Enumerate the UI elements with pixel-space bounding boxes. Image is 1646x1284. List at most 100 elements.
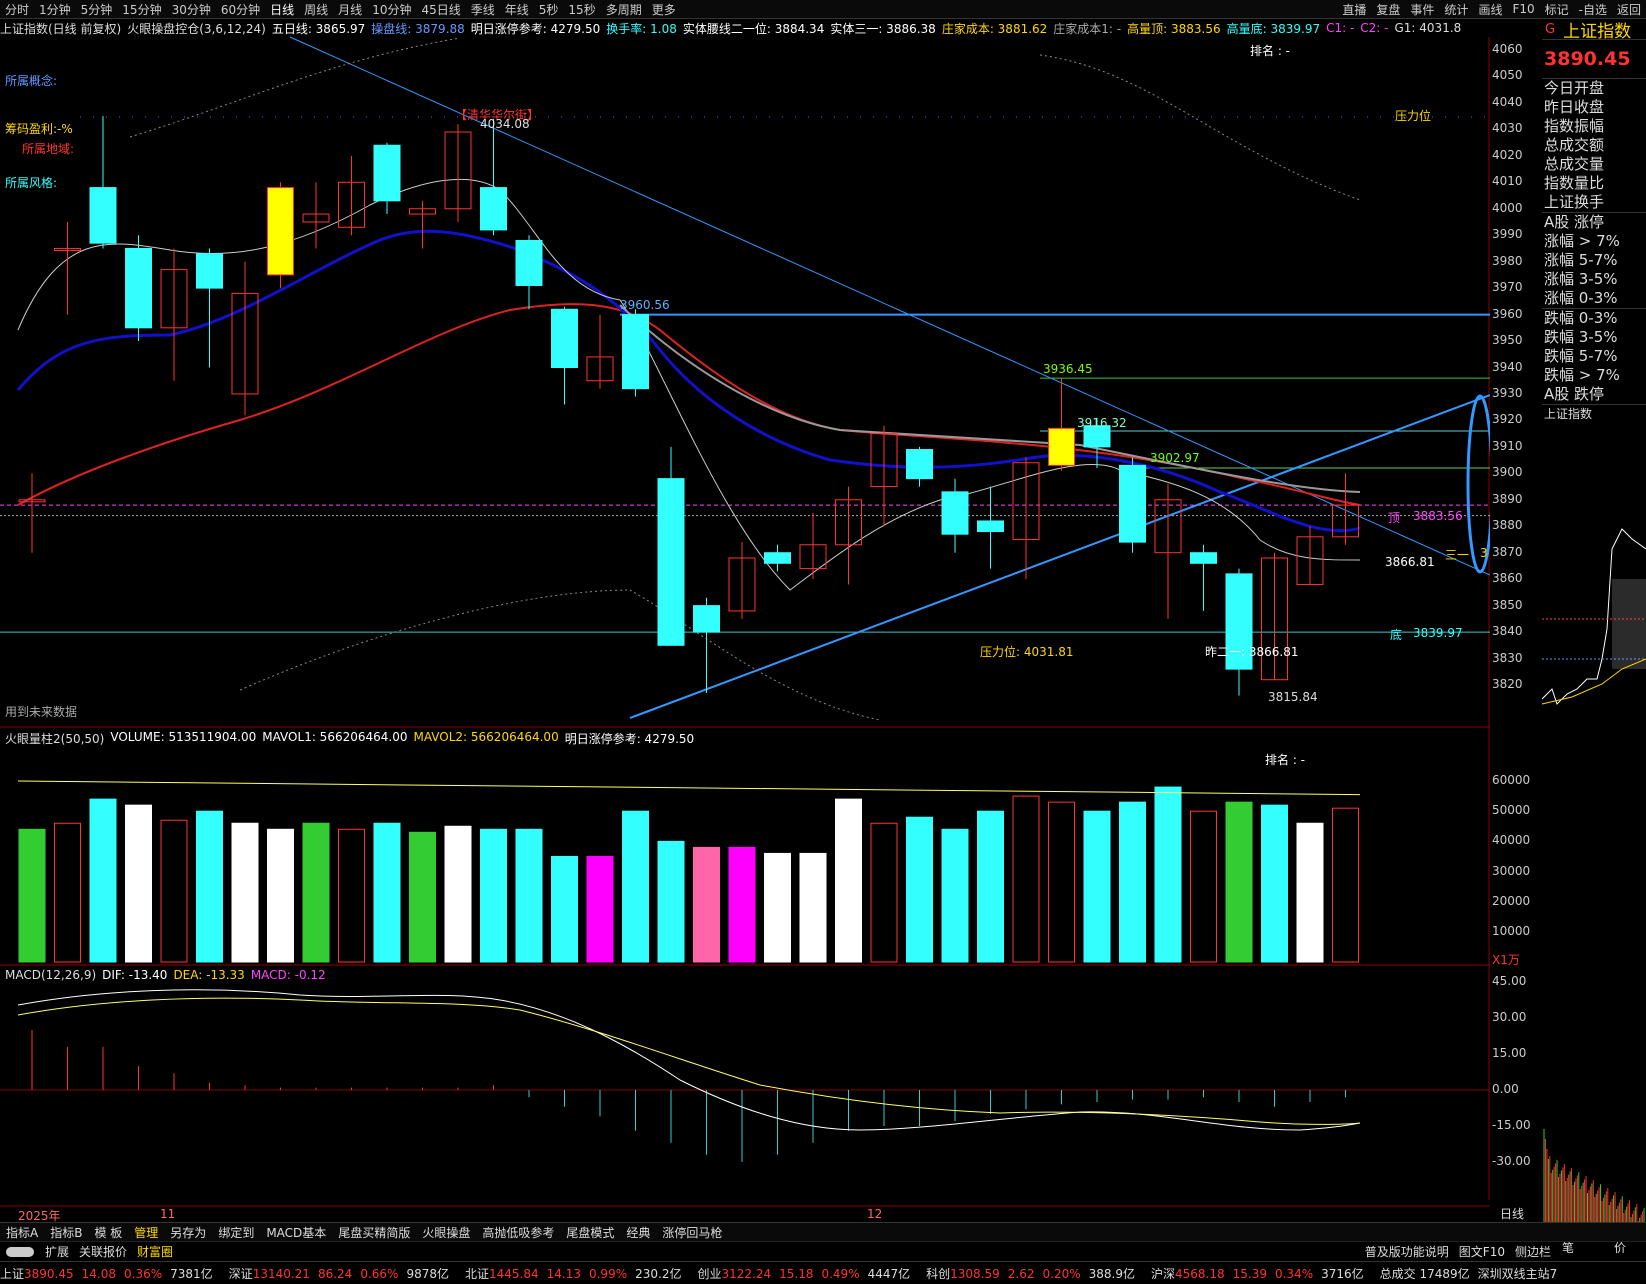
- market-index-status[interactable]: 深证13140.21 86.24 0.66% 9878亿: [229, 1265, 457, 1282]
- market-index-status[interactable]: 创业3122.24 15.18 0.49% 4447亿: [697, 1265, 918, 1282]
- toolbar-button[interactable]: 返回: [1612, 1, 1646, 18]
- price-tick: 3930: [1492, 385, 1523, 400]
- price-tick: 4060: [1492, 42, 1523, 56]
- period-label[interactable]: 日线: [1500, 1205, 1524, 1222]
- indicator-tab[interactable]: 指标B: [44, 1224, 88, 1241]
- dea-line: [17, 997, 1361, 1125]
- candle-body: [657, 478, 685, 646]
- side-stat-row: 昨日收盘: [1544, 98, 1605, 116]
- g-icon[interactable]: G: [1545, 22, 1555, 37]
- indicator-tab[interactable]: 管理: [128, 1224, 164, 1241]
- indicator-tab[interactable]: 经典: [620, 1224, 656, 1241]
- volume-bar: [1190, 810, 1217, 963]
- ext-tab-related[interactable]: 关联报价: [74, 1243, 132, 1260]
- help-link[interactable]: 普及版功能说明: [1360, 1243, 1454, 1260]
- indicator-tab[interactable]: 高抛低吸参考: [476, 1224, 560, 1241]
- volume-bar: [231, 822, 259, 963]
- volume-bar: [480, 828, 507, 963]
- status-field: 0.66%: [360, 1266, 399, 1281]
- side-stat-row: 跌幅 0-3%: [1542, 308, 1646, 328]
- volume-bar: [799, 852, 827, 963]
- status-field: 科创: [926, 1266, 951, 1281]
- market-status-bar: 上证3890.45 14.08 0.36% 7381亿 深证13140.21 86.24 0…: [0, 1261, 1646, 1284]
- dea-value: DEA: -13.33: [173, 968, 245, 982]
- style-label[interactable]: 所属风格:: [5, 174, 57, 191]
- mavol1-value: MAVOL1: 566206464.00: [262, 730, 408, 744]
- volume-unit: X1万: [1492, 953, 1520, 967]
- status-field: 14.08: [81, 1266, 116, 1281]
- volume-bar: [338, 828, 365, 963]
- status-field: 230.2亿: [635, 1266, 682, 1281]
- rank-label: 排名 : -: [1250, 44, 1291, 58]
- macd-info-bar: MACD(12,26,9) DIF: -13.40 DEA: -13.33 MA…: [5, 968, 326, 982]
- dif-line: [17, 989, 1361, 1131]
- status-field: 3122.24: [721, 1266, 772, 1281]
- candle-body: [693, 605, 720, 633]
- intraday-mini-chart[interactable]: [1542, 519, 1646, 819]
- level-3936-label: 3936.45: [1043, 362, 1093, 376]
- market-index-status[interactable]: 科创1308.59 2.62 0.20% 388.9亿: [926, 1265, 1143, 1282]
- indicator-tab[interactable]: 涨停回马枪: [656, 1224, 728, 1241]
- toggle-switch[interactable]: [6, 1246, 34, 1257]
- indicator-tab[interactable]: 绑定到: [212, 1224, 260, 1241]
- macd-value: MACD: -0.12: [250, 968, 326, 982]
- price-tick: 3920: [1492, 412, 1523, 427]
- ext-tab-expand[interactable]: 扩展: [40, 1243, 74, 1260]
- region-label[interactable]: 所属地域:: [22, 140, 74, 157]
- indicator-tab[interactable]: 尾盘买精简版: [332, 1224, 416, 1241]
- bottom-tag: 底: [1390, 628, 1403, 642]
- indicator-tab[interactable]: MACD基本: [260, 1224, 332, 1241]
- volume-bar: [267, 828, 294, 963]
- toolbar-button[interactable]: -自选: [1574, 1, 1612, 18]
- volume-bar: [160, 819, 188, 963]
- market-index-status[interactable]: 沪深4568.18 15.39 0.34% 3716亿: [1151, 1265, 1372, 1282]
- candle-body: [89, 187, 117, 244]
- toolbar-button[interactable]: F10: [1507, 2, 1539, 16]
- indicator-tab[interactable]: 指标A: [0, 1224, 44, 1241]
- sidebar-link[interactable]: 侧边栏: [1510, 1243, 1556, 1260]
- status-field: 15.39: [1232, 1266, 1267, 1281]
- macd-indicator-name[interactable]: MACD(12,26,9): [5, 968, 96, 982]
- indicator-tab[interactable]: 模 板: [88, 1224, 128, 1241]
- volume-bar: [1048, 801, 1075, 963]
- concept-label[interactable]: 所属概念:: [5, 72, 57, 89]
- candle-body: [941, 491, 969, 535]
- status-field: 4447亿: [867, 1266, 911, 1281]
- bottom-value: 3839.97: [1413, 626, 1463, 640]
- level-3916-label: 3916.32: [1077, 416, 1127, 430]
- side-panel: G 上证指数 3890.45 今日开盘 昨日收盘 指数振幅 总成交额 总成交量 指数量比上…: [1542, 19, 1646, 1255]
- intraday-volume-chart: [1543, 1129, 1645, 1229]
- market-index-status[interactable]: 上证3890.45 14.08 0.36% 7381亿: [0, 1265, 221, 1282]
- volume-rank-label: 排名 : -: [1265, 753, 1306, 767]
- side-index-name: 上证指数: [1563, 21, 1632, 42]
- f10-link[interactable]: 图文F10: [1454, 1243, 1510, 1260]
- status-field: 3890.45: [24, 1266, 74, 1281]
- volume-indicator-name[interactable]: 火眼量柱2(50,50): [5, 730, 104, 747]
- ext-tab-wealth[interactable]: 财富圈: [132, 1243, 178, 1260]
- volume-bar: [941, 828, 969, 963]
- candle-body: [480, 187, 507, 231]
- toolbar-button[interactable]: 标记: [1540, 1, 1574, 18]
- status-field: 9878亿: [406, 1266, 449, 1281]
- indicator-tab[interactable]: 火眼操盘: [416, 1224, 476, 1241]
- status-field: 上证: [0, 1266, 25, 1281]
- volume-bar: [551, 855, 578, 963]
- volume-tick: 10000: [1492, 923, 1531, 938]
- volume-bar: [1261, 804, 1288, 963]
- price-tick: 3910: [1492, 438, 1523, 453]
- top-tag: 顶: [1388, 511, 1401, 525]
- volume-bar: [515, 828, 543, 963]
- indicator-tab[interactable]: 另存为: [164, 1224, 212, 1241]
- status-field: 沪深: [1150, 1266, 1175, 1281]
- candle-body: [764, 552, 791, 564]
- market-index-status[interactable]: 北证1445.84 14.13 0.99% 230.2亿: [465, 1265, 689, 1282]
- total-turnover: 总成交 17489亿: [1379, 1266, 1470, 1281]
- top-value: 3883.56: [1413, 509, 1463, 523]
- indicator-tab[interactable]: 尾盘模式: [560, 1224, 620, 1241]
- lower-band: [239, 589, 881, 721]
- status-field: 0.99%: [588, 1266, 628, 1281]
- price-tick: 3820: [1492, 677, 1523, 691]
- volume-bar: [835, 798, 862, 963]
- kline-chart[interactable]: [0, 0, 1490, 1222]
- side-stat-row: 总成交量: [1544, 155, 1605, 173]
